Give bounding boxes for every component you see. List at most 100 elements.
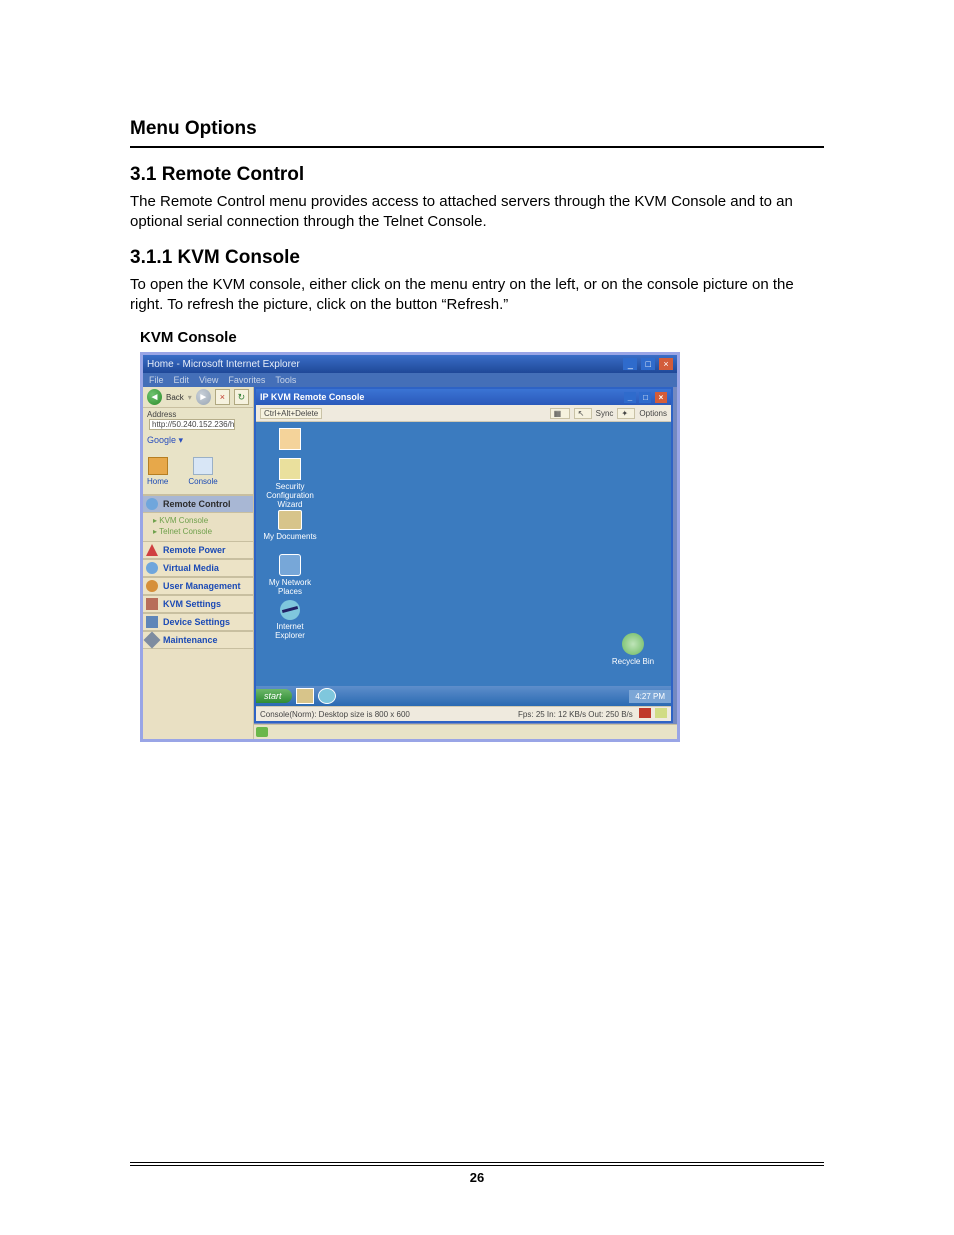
status-right: Fps: 25 In: 12 KB/s Out: 250 B/s bbox=[518, 710, 633, 719]
maintenance-icon bbox=[144, 632, 161, 649]
menu-favorites[interactable]: Favorites bbox=[228, 375, 265, 385]
back-button-icon[interactable]: ◄ bbox=[147, 389, 162, 405]
submenu-telnet-console[interactable]: ▸ Telnet Console bbox=[153, 526, 253, 537]
menu-file[interactable]: File bbox=[149, 375, 164, 385]
kvm-maximize-icon[interactable]: □ bbox=[639, 392, 651, 403]
icon-label: My Network Places bbox=[269, 578, 311, 596]
ie-menu-bar: File Edit View Favorites Tools bbox=[143, 373, 677, 387]
address-label: Address bbox=[147, 410, 176, 419]
ie-window-title: Home - Microsoft Internet Explorer bbox=[147, 359, 300, 370]
my-computer-icon bbox=[279, 428, 301, 450]
virtual-media-icon bbox=[146, 562, 158, 574]
menu-device-settings[interactable]: Device Settings bbox=[143, 613, 253, 631]
remote-desktop[interactable]: My Computer Security Configuration Wizar… bbox=[256, 422, 671, 706]
home-button[interactable]: Home bbox=[147, 457, 168, 486]
desktop-icon-my-computer[interactable]: My Computer bbox=[262, 428, 318, 452]
admin-main: IP KVM Remote Console _ □ × Ctrl+Alt+Del… bbox=[253, 387, 677, 739]
desktop-icon-internet-explorer[interactable]: Internet Explorer bbox=[262, 600, 318, 640]
my-documents-icon bbox=[278, 510, 302, 530]
menu-virtual-media[interactable]: Virtual Media bbox=[143, 559, 253, 577]
menu-label: Remote Control bbox=[163, 499, 231, 509]
home-icon bbox=[148, 457, 168, 475]
start-button[interactable]: start bbox=[256, 689, 292, 703]
ie-title-bar: Home - Microsoft Internet Explorer _ □ × bbox=[143, 355, 677, 373]
status-indicator-icon bbox=[655, 708, 667, 718]
desktop-icon-security-wizard[interactable]: Security Configuration Wizard bbox=[262, 458, 318, 509]
forward-button-icon[interactable]: ► bbox=[196, 389, 211, 405]
figure-caption: KVM Console bbox=[140, 329, 824, 346]
menu-tools[interactable]: Tools bbox=[275, 375, 296, 385]
system-tray-clock[interactable]: 4:27 PM bbox=[629, 690, 671, 703]
grid-tool-icon[interactable]: ▦ bbox=[550, 408, 570, 419]
menu-edit[interactable]: Edit bbox=[174, 375, 190, 385]
close-icon[interactable]: × bbox=[659, 358, 673, 370]
taskbar-item-icon[interactable] bbox=[296, 688, 314, 704]
menu-view[interactable]: View bbox=[199, 375, 218, 385]
ctrl-alt-delete-button[interactable]: Ctrl+Alt+Delete bbox=[260, 408, 322, 419]
icon-label: Security Configuration Wizard bbox=[266, 482, 314, 509]
desktop-icon-my-documents[interactable]: My Documents bbox=[262, 510, 318, 541]
ie-status-bar bbox=[254, 724, 677, 739]
admin-menu: Remote Control ▸ KVM Console ▸ Telnet Co… bbox=[143, 495, 253, 739]
kvm-window-title: IP KVM Remote Console bbox=[260, 392, 364, 402]
kvm-status-bar: Console(Norm): Desktop size is 800 x 600… bbox=[256, 706, 671, 721]
home-label: Home bbox=[147, 477, 168, 486]
kvm-console-screenshot: Home - Microsoft Internet Explorer _ □ ×… bbox=[140, 352, 680, 742]
desktop-icon-recycle-bin[interactable]: Recycle Bin bbox=[603, 633, 663, 666]
kvm-console-text: To open the KVM console, either click on… bbox=[130, 275, 824, 316]
divider bbox=[130, 146, 824, 148]
menu-kvm-settings[interactable]: KVM Settings bbox=[143, 595, 253, 613]
cursor-tool-icon[interactable]: ↖ bbox=[574, 408, 592, 419]
recycle-bin-icon bbox=[622, 633, 644, 655]
console-button[interactable]: Console bbox=[188, 457, 217, 486]
stop-button-icon[interactable]: × bbox=[215, 389, 230, 405]
menu-label: KVM Settings bbox=[163, 599, 221, 609]
device-settings-icon bbox=[146, 616, 158, 628]
address-input[interactable]: http://50.240.152.236/h bbox=[149, 419, 235, 430]
kvm-remote-console-window: IP KVM Remote Console _ □ × Ctrl+Alt+Del… bbox=[254, 387, 673, 723]
refresh-button-icon[interactable]: ↻ bbox=[234, 389, 249, 405]
options-button[interactable]: Options bbox=[639, 409, 667, 418]
icon-label: Internet Explorer bbox=[275, 622, 305, 640]
back-label[interactable]: Back bbox=[166, 393, 184, 402]
menu-remote-power[interactable]: Remote Power bbox=[143, 541, 253, 559]
remote-control-text: The Remote Control menu provides access … bbox=[130, 192, 824, 233]
page-footer: 26 bbox=[130, 1156, 824, 1186]
menu-label: Device Settings bbox=[163, 617, 230, 627]
kvm-minimize-icon[interactable]: _ bbox=[624, 392, 636, 403]
my-network-icon bbox=[279, 554, 301, 576]
menu-user-management[interactable]: User Management bbox=[143, 577, 253, 595]
console-icon bbox=[193, 457, 213, 475]
menu-label: Maintenance bbox=[163, 635, 218, 645]
kvm-settings-icon bbox=[146, 598, 158, 610]
menu-label: User Management bbox=[163, 581, 241, 591]
address-bar: Address http://50.240.152.236/h bbox=[143, 408, 253, 434]
admin-sidebar: ◄ Back ▾ ► × ↻ Address http://50.240.152… bbox=[143, 387, 253, 739]
menu-remote-control[interactable]: Remote Control bbox=[143, 495, 253, 513]
remote-power-icon bbox=[146, 544, 158, 556]
desktop-icon-my-network-places[interactable]: My Network Places bbox=[262, 554, 318, 596]
maximize-icon[interactable]: □ bbox=[641, 358, 655, 370]
security-wizard-icon bbox=[279, 458, 301, 480]
submenu-remote-control: ▸ KVM Console ▸ Telnet Console bbox=[143, 513, 253, 541]
menu-label: Virtual Media bbox=[163, 563, 219, 573]
submenu-kvm-console[interactable]: ▸ KVM Console bbox=[153, 515, 253, 526]
kvm-close-icon[interactable]: × bbox=[655, 392, 667, 403]
status-left: Console(Norm): Desktop size is 800 x 600 bbox=[260, 710, 410, 719]
icon-label: My Documents bbox=[263, 532, 316, 541]
home-console-row: Home Console bbox=[143, 449, 253, 495]
kvm-title-bar: IP KVM Remote Console _ □ × bbox=[256, 389, 671, 405]
tool-icon[interactable]: ✦ bbox=[617, 408, 635, 419]
ie-toolbar: ◄ Back ▾ ► × ↻ bbox=[143, 387, 253, 408]
remote-control-icon bbox=[146, 498, 158, 510]
user-management-icon bbox=[146, 580, 158, 592]
page-number: 26 bbox=[130, 1170, 824, 1185]
minimize-icon[interactable]: _ bbox=[623, 358, 637, 370]
google-toolbar[interactable]: Google ▾ bbox=[143, 434, 253, 449]
taskbar-item-icon[interactable] bbox=[318, 688, 336, 704]
remote-control-heading: 3.1 Remote Control bbox=[130, 164, 824, 186]
sync-button[interactable]: Sync bbox=[596, 409, 614, 418]
menu-label: Remote Power bbox=[163, 545, 226, 555]
menu-maintenance[interactable]: Maintenance bbox=[143, 631, 253, 649]
menu-options-heading: Menu Options bbox=[130, 118, 824, 140]
